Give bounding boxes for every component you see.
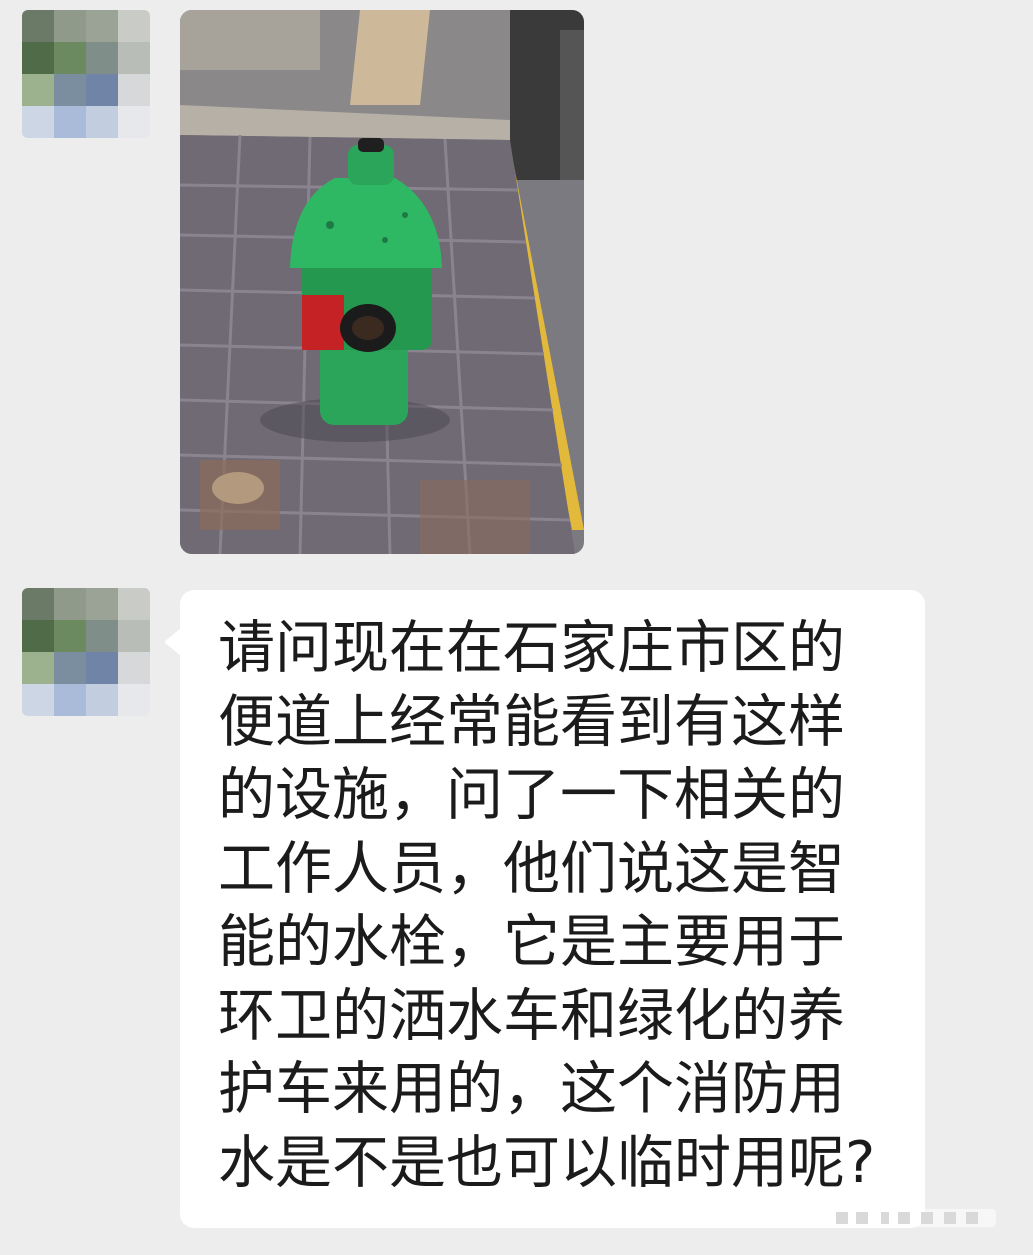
text-message-bubble[interactable]: 请问现在在石家庄市区的便道上经常能看到有这样的设施，问了一下相关的工作人员，他们… [164, 590, 925, 1228]
pixelated-avatar-icon [22, 10, 150, 138]
contact-avatar[interactable] [22, 588, 150, 716]
pixelated-avatar-icon [22, 588, 150, 716]
hydrant-photo-message[interactable] [180, 10, 584, 554]
contact-avatar[interactable] [22, 10, 150, 138]
message-text: 请问现在在石家庄市区的便道上经常能看到有这样的设施，问了一下相关的工作人员，他们… [218, 615, 876, 1196]
watermark-logo-icon [826, 1209, 996, 1227]
hydrant-photo [180, 10, 584, 554]
